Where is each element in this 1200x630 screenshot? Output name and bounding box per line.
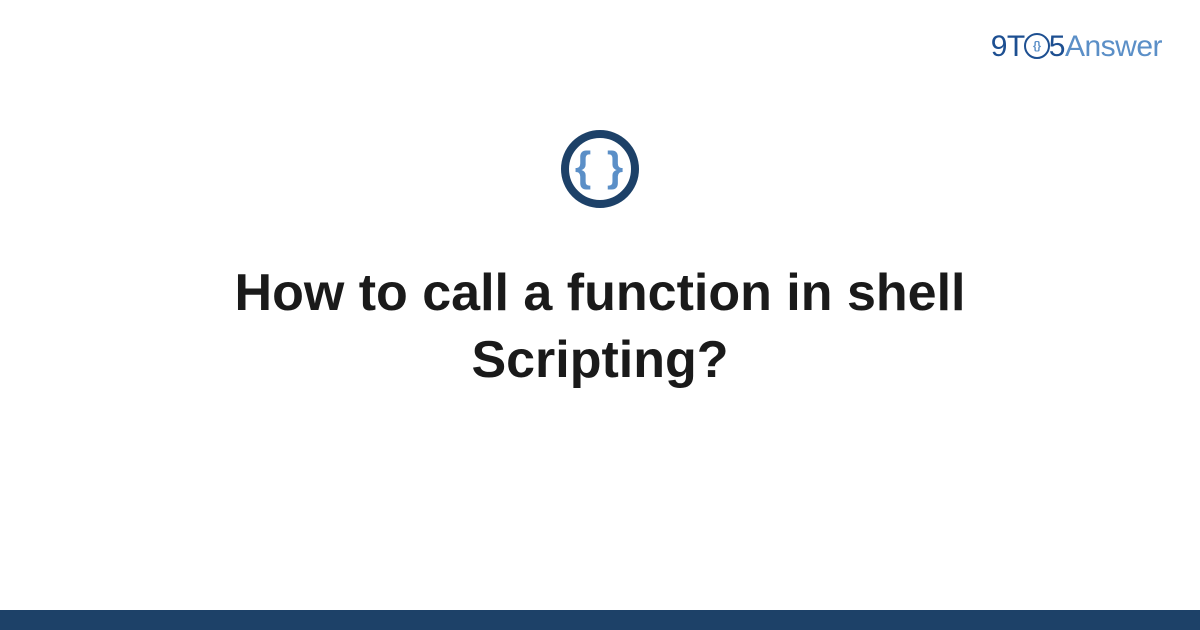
braces-glyph: { } — [575, 146, 625, 188]
logo-clock-icon — [1024, 33, 1050, 59]
main-content: { } How to call a function in shell Scri… — [0, 130, 1200, 393]
logo-text-5: 5 — [1049, 30, 1065, 63]
code-braces-icon: { } — [561, 130, 639, 208]
site-logo: 9T 5Answer — [991, 30, 1162, 64]
page-title: How to call a function in shell Scriptin… — [150, 260, 1050, 393]
logo-text-answer: Answer — [1065, 30, 1162, 63]
bottom-accent-bar — [0, 610, 1200, 630]
logo-text-9t: 9T — [991, 30, 1025, 63]
